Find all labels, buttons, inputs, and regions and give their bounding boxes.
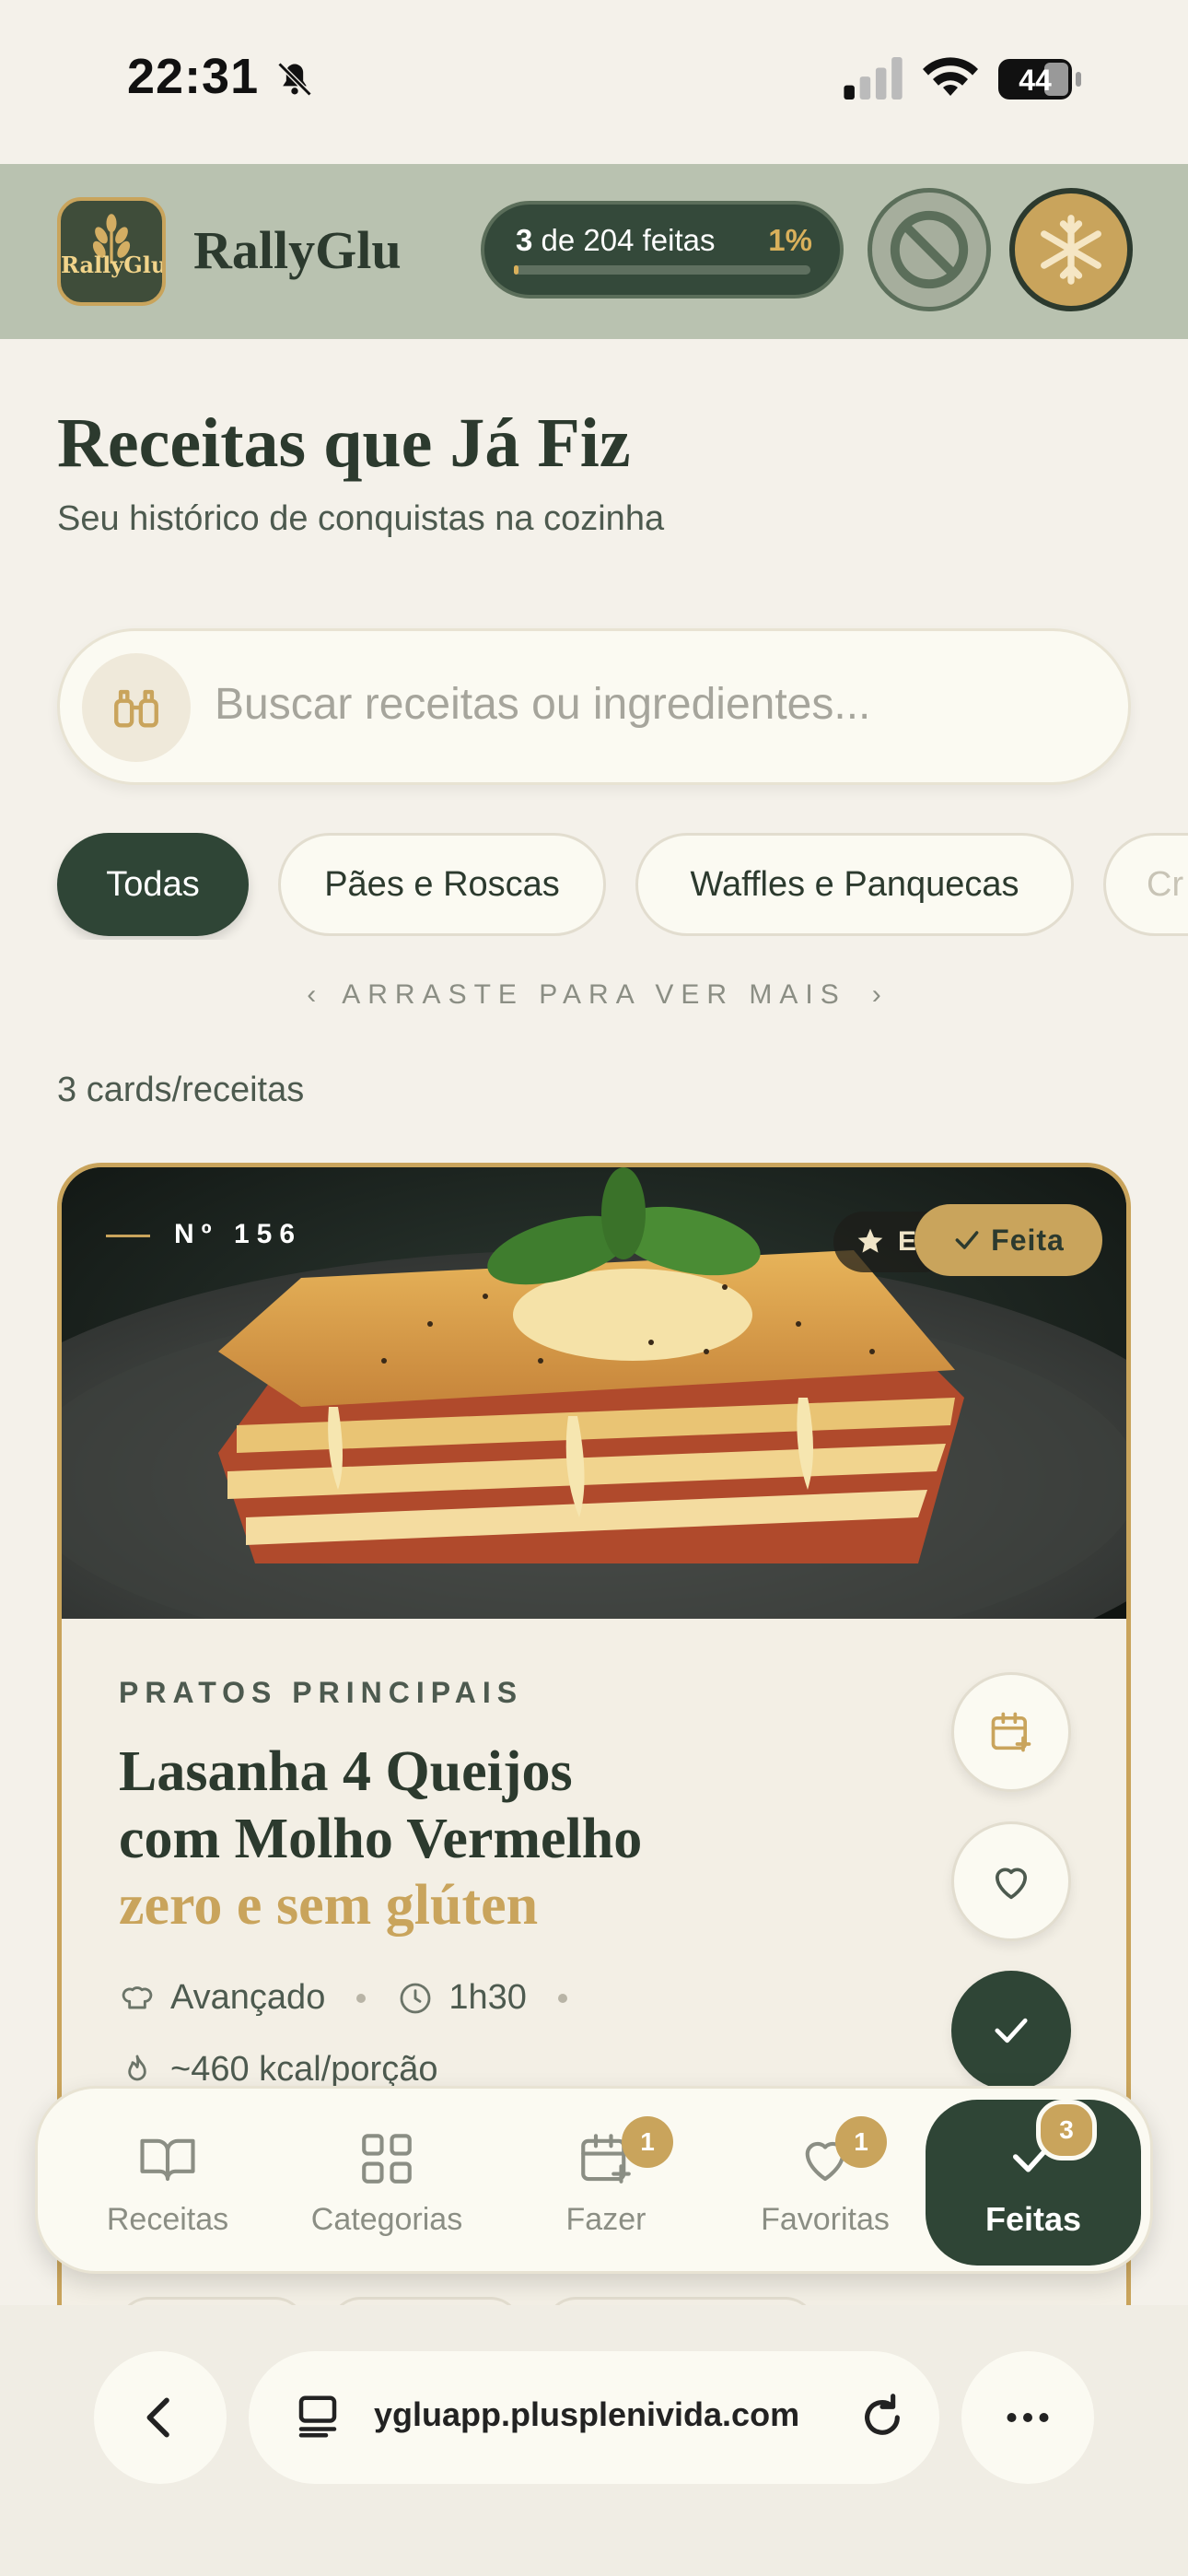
chef-hat-icon bbox=[122, 1985, 153, 2008]
progress-text: 3 de 204 feitas bbox=[516, 223, 716, 257]
recipe-calories-row: ~460 kcal/porção bbox=[119, 2050, 437, 2090]
recipe-meta-row: Avançado 1h30 bbox=[119, 1978, 599, 2018]
chip-waffles-e-panquecas[interactable]: Waffles e Panquecas bbox=[635, 833, 1074, 936]
heart-icon bbox=[995, 1868, 1028, 1900]
nav-badge: 1 bbox=[835, 2116, 887, 2168]
calendar-plus-icon bbox=[991, 1712, 1031, 1752]
separator-dot bbox=[356, 1993, 367, 2003]
browser-toolbar: ygluapp.plusplenivida.com bbox=[0, 2305, 1188, 2576]
separator-dot bbox=[557, 1993, 567, 2003]
reload-icon[interactable] bbox=[856, 2392, 908, 2443]
binoculars-icon bbox=[114, 689, 158, 728]
nav-label: Feitas bbox=[984, 2200, 1082, 2238]
chip-next-category[interactable]: Cr bbox=[1103, 833, 1188, 936]
nav-receitas[interactable]: Receitas bbox=[58, 2089, 277, 2277]
check-icon bbox=[995, 2018, 1028, 2043]
status-time: 22:31 bbox=[127, 49, 260, 104]
nav-label: Categorias bbox=[310, 2201, 463, 2237]
chevron-left-icon: ‹ bbox=[307, 979, 317, 1010]
page-title: Receitas que Já Fiz bbox=[57, 404, 631, 482]
bell-muted-icon bbox=[277, 62, 312, 97]
snowflake-icon bbox=[1041, 215, 1101, 285]
status-badge: Feita bbox=[914, 1204, 1102, 1276]
more-dots-icon bbox=[1007, 2413, 1049, 2422]
url-bar[interactable]: ygluapp.plusplenivida.com bbox=[249, 2351, 939, 2484]
gluten-filter-button[interactable] bbox=[868, 188, 991, 311]
category-chips: Todas Pães e Roscas Waffles e Panquecas … bbox=[0, 833, 1188, 940]
more-button[interactable] bbox=[961, 2351, 1094, 2484]
nav-categorias[interactable]: Categorias bbox=[277, 2089, 496, 2277]
wifi-icon bbox=[923, 57, 978, 96]
battery-icon: 44 bbox=[996, 57, 1085, 101]
nav-badge: 1 bbox=[622, 2116, 673, 2168]
progress-bar bbox=[514, 265, 810, 275]
mark-done-button[interactable] bbox=[951, 1971, 1071, 2090]
search-bar[interactable] bbox=[57, 628, 1131, 785]
scroll-hint-text: ARRASTE PARA VER MAIS bbox=[342, 979, 846, 1010]
chevron-left-icon bbox=[146, 2397, 169, 2438]
progress-percent: 1% bbox=[768, 223, 812, 257]
results-count: 3 cards/receitas bbox=[57, 1071, 305, 1109]
clock-icon bbox=[400, 1983, 431, 2013]
progress-pill[interactable]: 3 de 204 feitas 1% bbox=[481, 201, 844, 299]
nav-favoritas[interactable]: Favoritas 1 bbox=[716, 2089, 935, 2277]
recipe-number: Nº 156 bbox=[106, 1219, 302, 1250]
nav-label: Receitas bbox=[106, 2201, 229, 2237]
chip-todas[interactable]: Todas bbox=[57, 833, 249, 936]
chevron-right-icon: › bbox=[871, 979, 881, 1010]
url-text: ygluapp.plusplenivida.com bbox=[374, 2395, 800, 2433]
star-icon bbox=[857, 1228, 883, 1253]
search-input[interactable] bbox=[215, 679, 1089, 730]
recipe-difficulty: Avançado bbox=[170, 1978, 326, 2017]
featured-badge-text: E bbox=[898, 1226, 917, 1257]
recipe-calories: ~460 kcal/porção bbox=[170, 2050, 438, 2089]
scroll-hint: ‹ ARRASTE PARA VER MAIS › bbox=[0, 979, 1188, 1011]
frozen-filter-button[interactable] bbox=[1009, 188, 1133, 311]
favorite-button[interactable] bbox=[951, 1821, 1071, 1941]
book-open-icon bbox=[140, 2138, 195, 2181]
nav-badge: 3 bbox=[1036, 2100, 1097, 2160]
recipe-image: Nº 156 E Feita bbox=[62, 1167, 1126, 1619]
bottom-navigation: Receitas Categorias Fazer 1 Favoritas 1 bbox=[35, 2086, 1153, 2274]
check-icon bbox=[955, 1231, 979, 1249]
app-header: RallyGlu RallyGlu 3 de 204 feitas 1% bbox=[0, 164, 1188, 339]
nav-label: Favoritas bbox=[761, 2201, 890, 2237]
nav-label: Fazer bbox=[565, 2201, 646, 2237]
schedule-button[interactable] bbox=[951, 1672, 1071, 1792]
chip-paes-e-roscas[interactable]: Pães e Roscas bbox=[278, 833, 606, 936]
logo-text: RallyGlu bbox=[61, 252, 166, 278]
search-icon-container bbox=[82, 653, 191, 762]
no-gluten-icon bbox=[890, 210, 969, 289]
signal-icon bbox=[844, 57, 903, 100]
recipe-title-line2: com Molho Vermelho bbox=[119, 1807, 643, 1870]
status-bar: 22:31 44 bbox=[0, 0, 1188, 164]
progress-bar-fill bbox=[514, 265, 518, 275]
recipe-time: 1h30 bbox=[448, 1978, 527, 2017]
page-subtitle: Seu histórico de conquistas na cozinha bbox=[57, 499, 665, 538]
brand-name: RallyGlu bbox=[193, 220, 402, 280]
grid-icon bbox=[362, 2133, 412, 2184]
nav-fazer[interactable]: Fazer 1 bbox=[496, 2089, 716, 2277]
nav-feitas[interactable]: Feitas 3 bbox=[926, 2100, 1141, 2266]
page-menu-icon bbox=[298, 2395, 337, 2438]
recipe-title: Lasanha 4 Queijos com Molho Vermelho zer… bbox=[119, 1739, 819, 1939]
back-button[interactable] bbox=[94, 2351, 227, 2484]
recipe-title-line1: Lasanha 4 Queijos bbox=[119, 1740, 573, 1803]
app-logo[interactable]: RallyGlu bbox=[57, 197, 166, 306]
status-badge-label: Feita bbox=[991, 1223, 1065, 1257]
flame-icon bbox=[128, 2055, 146, 2080]
recipe-category: PRATOS PRINCIPAIS bbox=[119, 1676, 524, 1709]
battery-level: 44 bbox=[1019, 64, 1052, 97]
recipe-title-accent: zero e sem glúten bbox=[119, 1874, 539, 1938]
